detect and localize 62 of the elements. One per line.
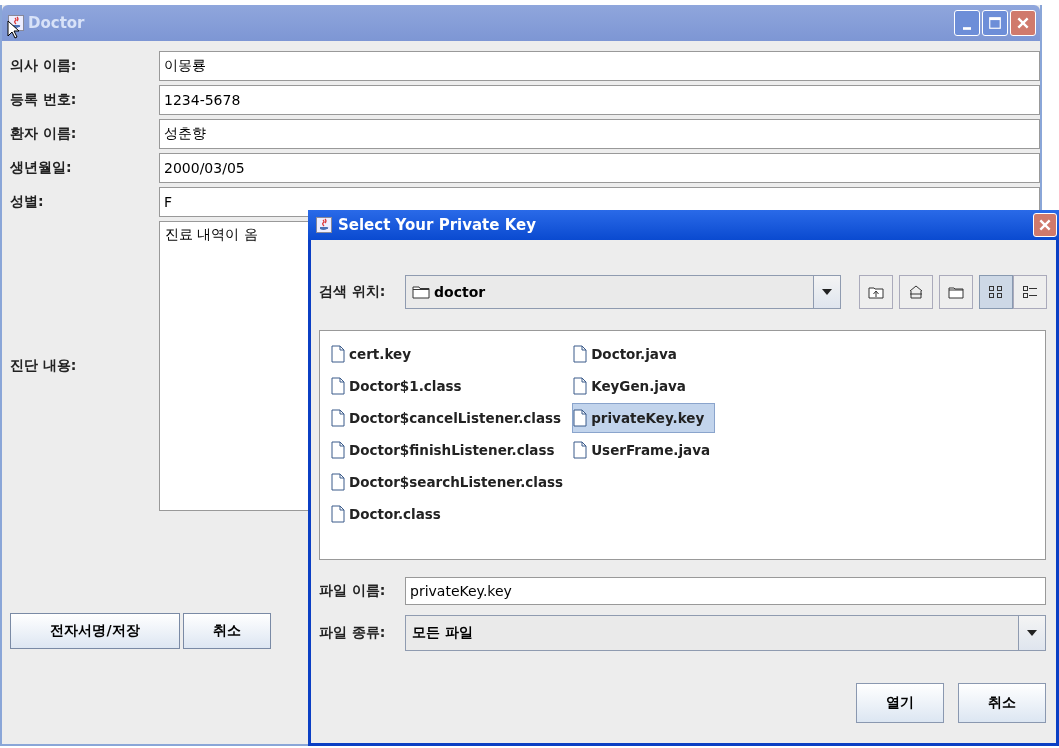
java-cup-icon (316, 217, 332, 233)
list-view-icon (988, 284, 1004, 300)
action-button[interactable]: 전자서명/저장 (10, 613, 180, 649)
file-item[interactable]: Doctor.java (572, 339, 716, 369)
home-icon (908, 284, 924, 300)
text-field[interactable]: 2000/03/05 (159, 153, 1040, 183)
file-icon (331, 409, 345, 427)
field-label: 진단 내용: (10, 357, 78, 375)
window-title: Doctor (28, 14, 86, 32)
file-icon (573, 377, 588, 395)
dialog-button[interactable]: 열기 (856, 683, 944, 723)
dialog-button[interactable]: 취소 (958, 683, 1046, 723)
minimize-button[interactable] (954, 10, 980, 36)
file-icon (573, 441, 588, 459)
minimize-icon (963, 26, 971, 30)
mouse-pointer-icon (7, 20, 19, 40)
file-icon (573, 409, 588, 427)
maximize-icon (988, 16, 1002, 30)
dialog-title: Select Your Private Key (338, 216, 537, 234)
text-field[interactable]: 성춘향 (159, 119, 1040, 149)
field-label: 생년월일: (10, 159, 73, 177)
dropdown-arrow-icon (1027, 630, 1037, 636)
action-button[interactable]: 취소 (183, 613, 271, 649)
file-name-label: 파일 이름: (319, 582, 387, 600)
look-in-label: 검색 위치: (319, 283, 387, 301)
details-view-icon (1022, 284, 1038, 300)
file-item[interactable]: Doctor$searchListener.class (330, 467, 569, 497)
file-item[interactable]: Doctor$cancelListener.class (330, 403, 569, 433)
file-item[interactable]: Doctor$1.class (330, 371, 569, 401)
file-icon (331, 473, 345, 491)
file-item[interactable]: cert.key (330, 339, 569, 369)
look-in-dropdown[interactable]: doctor (405, 275, 841, 309)
close-button[interactable] (1033, 213, 1057, 237)
close-button[interactable] (1010, 10, 1036, 36)
toolbar-button[interactable] (1013, 275, 1047, 309)
file-icon (331, 345, 345, 363)
dropdown-arrow-icon (822, 289, 832, 295)
text-field[interactable]: 이몽룡 (159, 51, 1040, 81)
field-label: 의사 이름: (10, 57, 78, 75)
toolbar-button[interactable] (979, 275, 1013, 309)
file-item[interactable]: KeyGen.java (572, 371, 716, 401)
maximize-button[interactable] (982, 10, 1008, 36)
file-icon (331, 377, 345, 395)
folder-icon (948, 284, 964, 300)
file-name-field[interactable]: privateKey.key (405, 577, 1046, 605)
field-label: 환자 이름: (10, 125, 78, 143)
file-icon (331, 441, 345, 459)
field-label: 등록 번호: (10, 91, 78, 109)
file-item[interactable]: Doctor.class (330, 499, 569, 529)
text-field[interactable]: 1234-5678 (159, 85, 1040, 115)
file-item[interactable]: UserFrame.java (572, 435, 716, 465)
file-type-dropdown[interactable]: 모든 파일 (405, 615, 1046, 651)
close-icon (1016, 16, 1030, 30)
file-type-label: 파일 종류: (319, 624, 387, 642)
folder-up-icon (868, 284, 884, 300)
folder-icon (412, 285, 430, 299)
file-icon (573, 345, 588, 363)
file-item[interactable]: Doctor$finishListener.class (330, 435, 569, 465)
file-icon (331, 505, 345, 523)
file-item[interactable]: privateKey.key (572, 403, 716, 433)
close-icon (1038, 218, 1052, 232)
field-label: 성별: (10, 193, 45, 211)
